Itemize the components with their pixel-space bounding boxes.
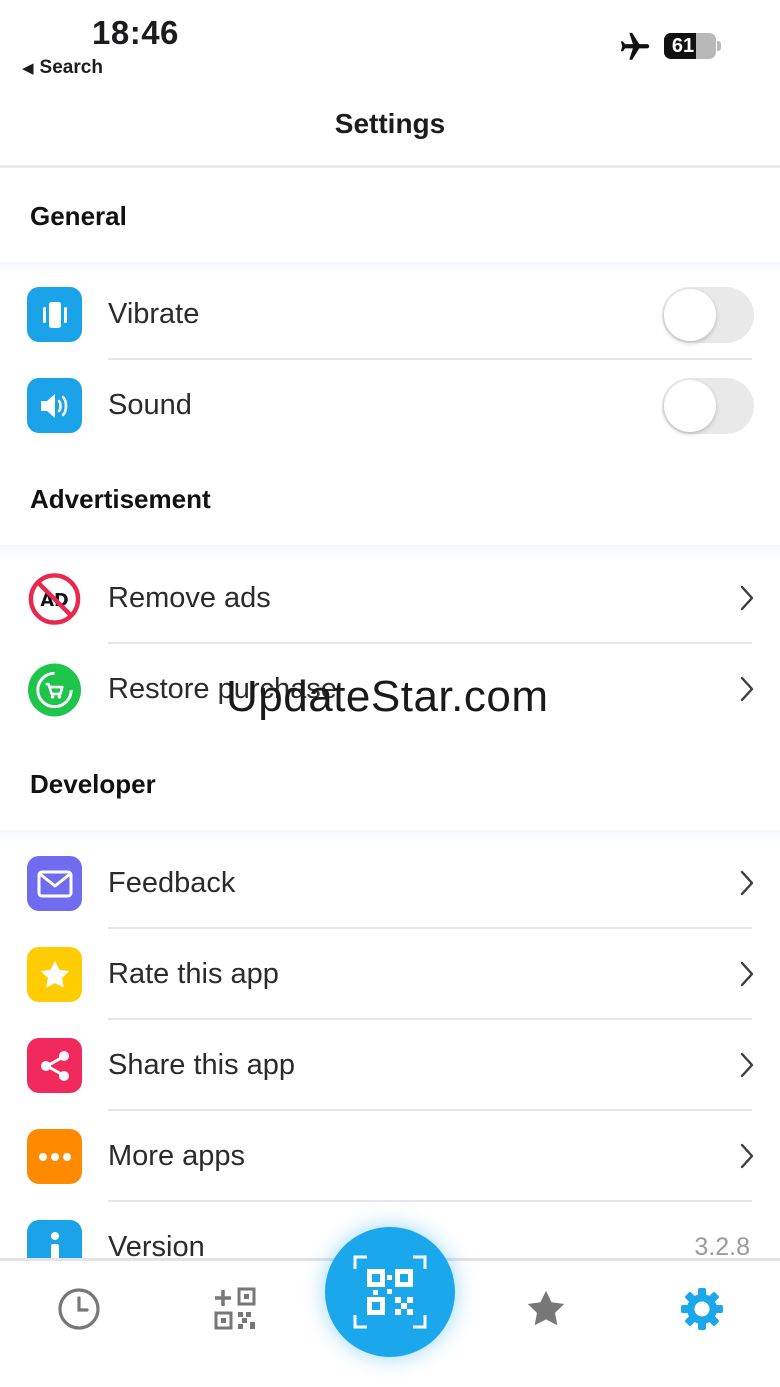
settings-row-feedback[interactable]: Feedback <box>0 838 780 929</box>
gear-icon <box>681 1288 723 1330</box>
back-triangle-icon: ◀ <box>22 60 34 77</box>
settings-row-vibrate: Vibrate <box>0 269 780 360</box>
battery-percent: 61 <box>671 35 695 57</box>
back-label: Search <box>39 57 103 78</box>
chevron-right-icon <box>740 585 754 611</box>
settings-row-remove-ads[interactable]: AD Remove ads <box>0 553 780 644</box>
section-title: Advertisement <box>30 484 211 514</box>
more-dots-icon <box>27 1129 82 1184</box>
row-label: Feedback <box>108 867 236 899</box>
chevron-right-icon <box>740 961 754 987</box>
toggle-knob <box>664 289 716 341</box>
create-qr-icon <box>214 1287 256 1330</box>
vibrate-icon <box>27 287 82 342</box>
row-label: Remove ads <box>108 582 271 614</box>
chevron-right-icon <box>740 1143 754 1169</box>
section-header-developer: Developer <box>0 748 780 818</box>
scan-qr-icon <box>353 1255 427 1329</box>
sound-toggle[interactable] <box>662 378 754 434</box>
settings-row-share[interactable]: Share this app <box>0 1020 780 1111</box>
row-label: Share this app <box>108 1049 296 1081</box>
row-label: Rate this app <box>108 958 279 990</box>
status-time: 18:46 <box>92 14 179 51</box>
status-bar: 18:46 ◀ Search 61 <box>0 0 780 96</box>
battery-tip <box>717 41 721 51</box>
tab-history[interactable] <box>53 1283 105 1335</box>
mail-icon <box>27 856 82 911</box>
airplane-icon <box>620 32 650 60</box>
section-header-advertisement: Advertisement <box>0 463 780 533</box>
star-rate-icon <box>27 947 82 1002</box>
settings-row-sound: Sound <box>0 360 780 451</box>
toggle-knob <box>664 380 716 432</box>
watermark: UpdateStar.com <box>226 672 549 721</box>
chevron-right-icon <box>740 676 754 702</box>
row-label: Sound <box>108 389 192 421</box>
settings-row-more-apps[interactable]: More apps <box>0 1111 780 1202</box>
history-icon <box>58 1288 100 1330</box>
tab-favorites[interactable] <box>520 1283 572 1335</box>
tab-settings[interactable] <box>676 1283 728 1335</box>
scan-qr-button[interactable] <box>325 1227 455 1357</box>
settings-row-rate[interactable]: Rate this app <box>0 929 780 1020</box>
no-ads-icon: AD <box>27 571 82 626</box>
back-to-search-button[interactable]: ◀ Search <box>22 57 103 79</box>
nav-divider <box>0 165 780 168</box>
restore-cart-icon <box>27 662 82 717</box>
section-title: Developer <box>30 769 156 799</box>
section-title: General <box>30 201 127 231</box>
star-icon <box>527 1290 565 1326</box>
row-label: Vibrate <box>108 298 200 330</box>
page-title: Settings <box>334 108 446 139</box>
chevron-right-icon <box>740 870 754 896</box>
battery-indicator: 61 <box>664 33 716 59</box>
speaker-icon <box>27 378 82 433</box>
row-label: More apps <box>108 1140 246 1172</box>
share-icon <box>27 1038 82 1093</box>
section-header-general: General <box>0 180 780 250</box>
chevron-right-icon <box>740 1052 754 1078</box>
vibrate-toggle[interactable] <box>662 287 754 343</box>
tab-create[interactable] <box>209 1283 261 1335</box>
